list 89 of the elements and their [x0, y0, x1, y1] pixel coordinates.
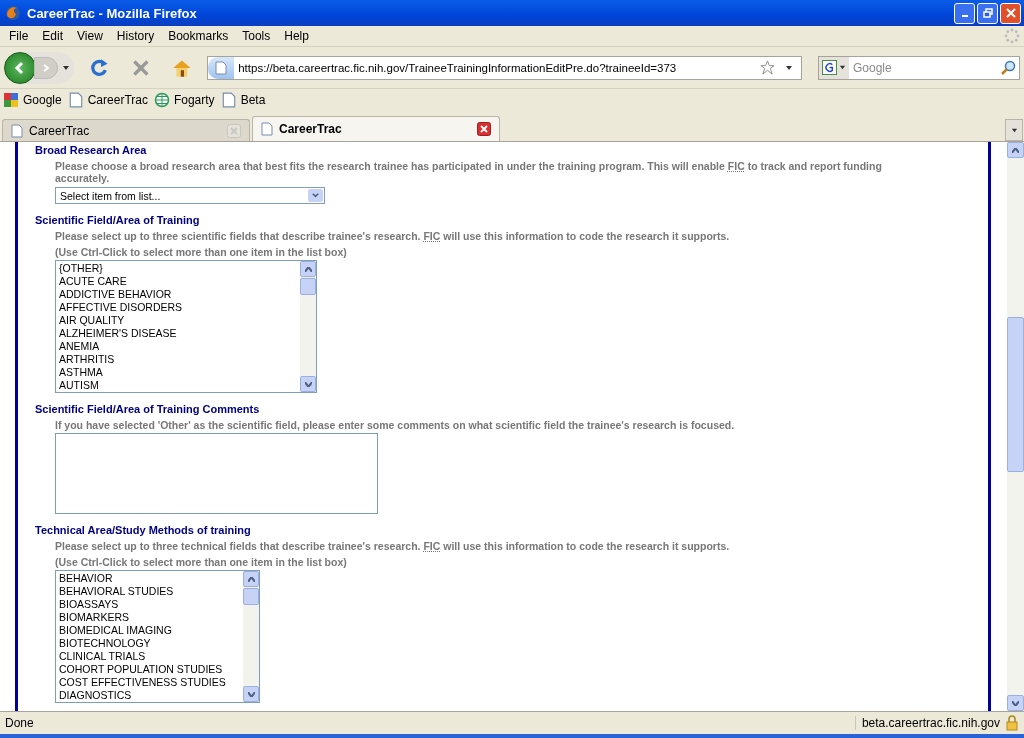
list-option[interactable]: BEHAVIORAL STUDIES: [59, 585, 240, 598]
scroll-thumb[interactable]: [1007, 317, 1024, 472]
restore-icon: [982, 8, 993, 18]
hint-text: (Use Ctrl-Click to select more than one item in the list box): [55, 556, 348, 568]
scroll-down-button[interactable]: [243, 686, 259, 702]
page-icon: [67, 92, 84, 108]
list-box[interactable]: BEHAVIOR BEHAVIORAL STUDIES BIOASSAYS BIOMARKERS BIOMEDICAL IMAGING BIOTECHNOLOGY CLINICAL TRIALS COHORT POPULATION STUDIES COST EFFECTIVENESS STUDIES DIAGNOSTICS: [55, 570, 260, 703]
star-icon[interactable]: [760, 60, 775, 75]
close-button[interactable]: [1000, 2, 1021, 24]
scroll-up-button[interactable]: [1007, 142, 1024, 158]
page-icon: [11, 123, 23, 138]
page-icon: [261, 122, 273, 136]
field-description: Please select up to three technical fields that describe trainee's research. FIC will use this information to code the research it supports.: [55, 540, 731, 552]
list-option[interactable]: ARTHRITIS: [59, 353, 297, 366]
dropdown-field[interactable]: Select item from list...: [55, 187, 325, 204]
search-icon[interactable]: [1000, 59, 1016, 76]
field-description: If you have selected 'Other' as the scientific field, please enter some comments on what scientific field the trainee's research is focused.: [55, 419, 736, 431]
colored-squares-icon: [3, 92, 19, 108]
padlock-icon[interactable]: [1006, 715, 1018, 731]
window-title: CareerTrac - Mozilla Firefox: [27, 5, 198, 21]
status-text: Done: [4, 716, 35, 730]
globe-icon: [153, 92, 170, 108]
field-description: Please choose a broad research area that best fits the research trainee has participated in under the training program. This will enable FIC to track and report funding accurately.: [55, 160, 883, 184]
tab-close-icon[interactable]: [477, 122, 491, 136]
list-option[interactable]: BIOASSAYS: [59, 598, 240, 611]
list-option[interactable]: ASTHMA: [59, 366, 297, 379]
list-option[interactable]: AUTISM: [59, 379, 297, 392]
list-option[interactable]: ANEMIA: [59, 340, 297, 353]
list-option[interactable]: ADDICTIVE BEHAVIOR: [59, 288, 297, 301]
scroll-down-button[interactable]: [1007, 695, 1024, 711]
menu-item[interactable]: History: [109, 29, 162, 43]
minimize-button[interactable]: [954, 2, 975, 24]
list-option[interactable]: BIOMEDICAL IMAGING: [59, 624, 240, 637]
menu-item[interactable]: View: [70, 29, 110, 43]
scrollbar[interactable]: [243, 571, 259, 702]
field-description: Please select up to three scientific fields that describe trainee's research. FIC will use this information to code the research it supports.: [55, 230, 731, 242]
list-option[interactable]: CLINICAL TRIALS: [59, 650, 240, 663]
search-engine-icon[interactable]: [822, 60, 837, 75]
scroll-up-button[interactable]: [300, 261, 316, 277]
tab-list-button[interactable]: [1005, 119, 1023, 141]
list-option[interactable]: {OTHER}: [59, 262, 297, 275]
list-option[interactable]: ACUTE CARE: [59, 275, 297, 288]
back-button[interactable]: [4, 51, 36, 84]
list-option[interactable]: AIR QUALITY: [59, 314, 297, 327]
restore-button[interactable]: [977, 2, 998, 24]
list-option[interactable]: BIOMARKERS: [59, 611, 240, 624]
section-heading: Technical Area/Study Methods of training: [35, 523, 252, 538]
bookmark-item[interactable]: Fogarty: [153, 92, 217, 108]
close-icon: [1005, 8, 1016, 18]
list-option[interactable]: BIOTECHNOLOGY: [59, 637, 240, 650]
caret-icon: [1010, 126, 1018, 134]
bookmark-item[interactable]: Google: [3, 92, 64, 108]
menu-item[interactable]: Edit: [35, 29, 71, 43]
search-field[interactable]: Google: [818, 55, 1020, 80]
list-option[interactable]: DIAGNOSTICS: [59, 689, 240, 702]
browser-tab[interactable]: CareerTrac: [2, 119, 250, 141]
scrollbar[interactable]: [300, 261, 316, 392]
list-option[interactable]: AFFECTIVE DISORDERS: [59, 301, 297, 314]
section-heading: Scientific Field/Area of Training Comments: [35, 402, 261, 417]
comments-field[interactable]: [55, 433, 378, 514]
page-icon: [215, 60, 228, 75]
bookmark-item[interactable]: Beta: [220, 92, 268, 108]
dropdown-arrow-icon[interactable]: [839, 64, 846, 71]
menu-item[interactable]: Help: [277, 29, 316, 43]
section-heading: Broad Research Area: [35, 143, 148, 158]
section-heading: Scientific Field/Area of Training: [35, 213, 201, 228]
bookmark-item[interactable]: CareerTrac: [67, 92, 150, 108]
menu-item[interactable]: File: [2, 29, 36, 43]
page-icon: [220, 92, 237, 108]
scroll-up-button[interactable]: [243, 571, 259, 587]
list-option[interactable]: BEHAVIOR: [59, 572, 240, 585]
list-option[interactable]: ALZHEIMER'S DISEASE: [59, 327, 297, 340]
address-bar[interactable]: https://beta.careertrac.fic.nih.gov/TraineeTrainingInformationEditPre.do?traineeId=373: [207, 55, 802, 80]
menu-item[interactable]: Tools: [235, 29, 278, 43]
browser-tab[interactable]: CareerTrac: [252, 116, 500, 141]
history-dropdown-icon[interactable]: [62, 63, 70, 72]
minimize-icon: [961, 15, 968, 17]
hint-text: (Use Ctrl-Click to select more than one item in the list box): [55, 246, 348, 258]
list-option[interactable]: COST EFFECTIVENESS STUDIES: [59, 676, 240, 689]
scroll-thumb[interactable]: [243, 588, 259, 605]
dropdown-arrow-icon[interactable]: [785, 63, 793, 72]
list-option[interactable]: COHORT POPULATION STUDIES: [59, 663, 240, 676]
browser-logo-icon: [5, 5, 21, 21]
menu-item[interactable]: Bookmarks: [161, 29, 236, 43]
page-scrollbar[interactable]: [1007, 142, 1024, 711]
list-box[interactable]: {OTHER} ACUTE CARE ADDICTIVE BEHAVIOR AFFECTIVE DISORDERS AIR QUALITY ALZHEIMER'S DISEASE ANEMIA ARTHRITIS ASTHMA AUTISM: [55, 260, 317, 393]
scroll-down-button[interactable]: [300, 376, 316, 392]
throbber-icon: [1004, 28, 1020, 44]
scroll-thumb[interactable]: [300, 278, 316, 295]
